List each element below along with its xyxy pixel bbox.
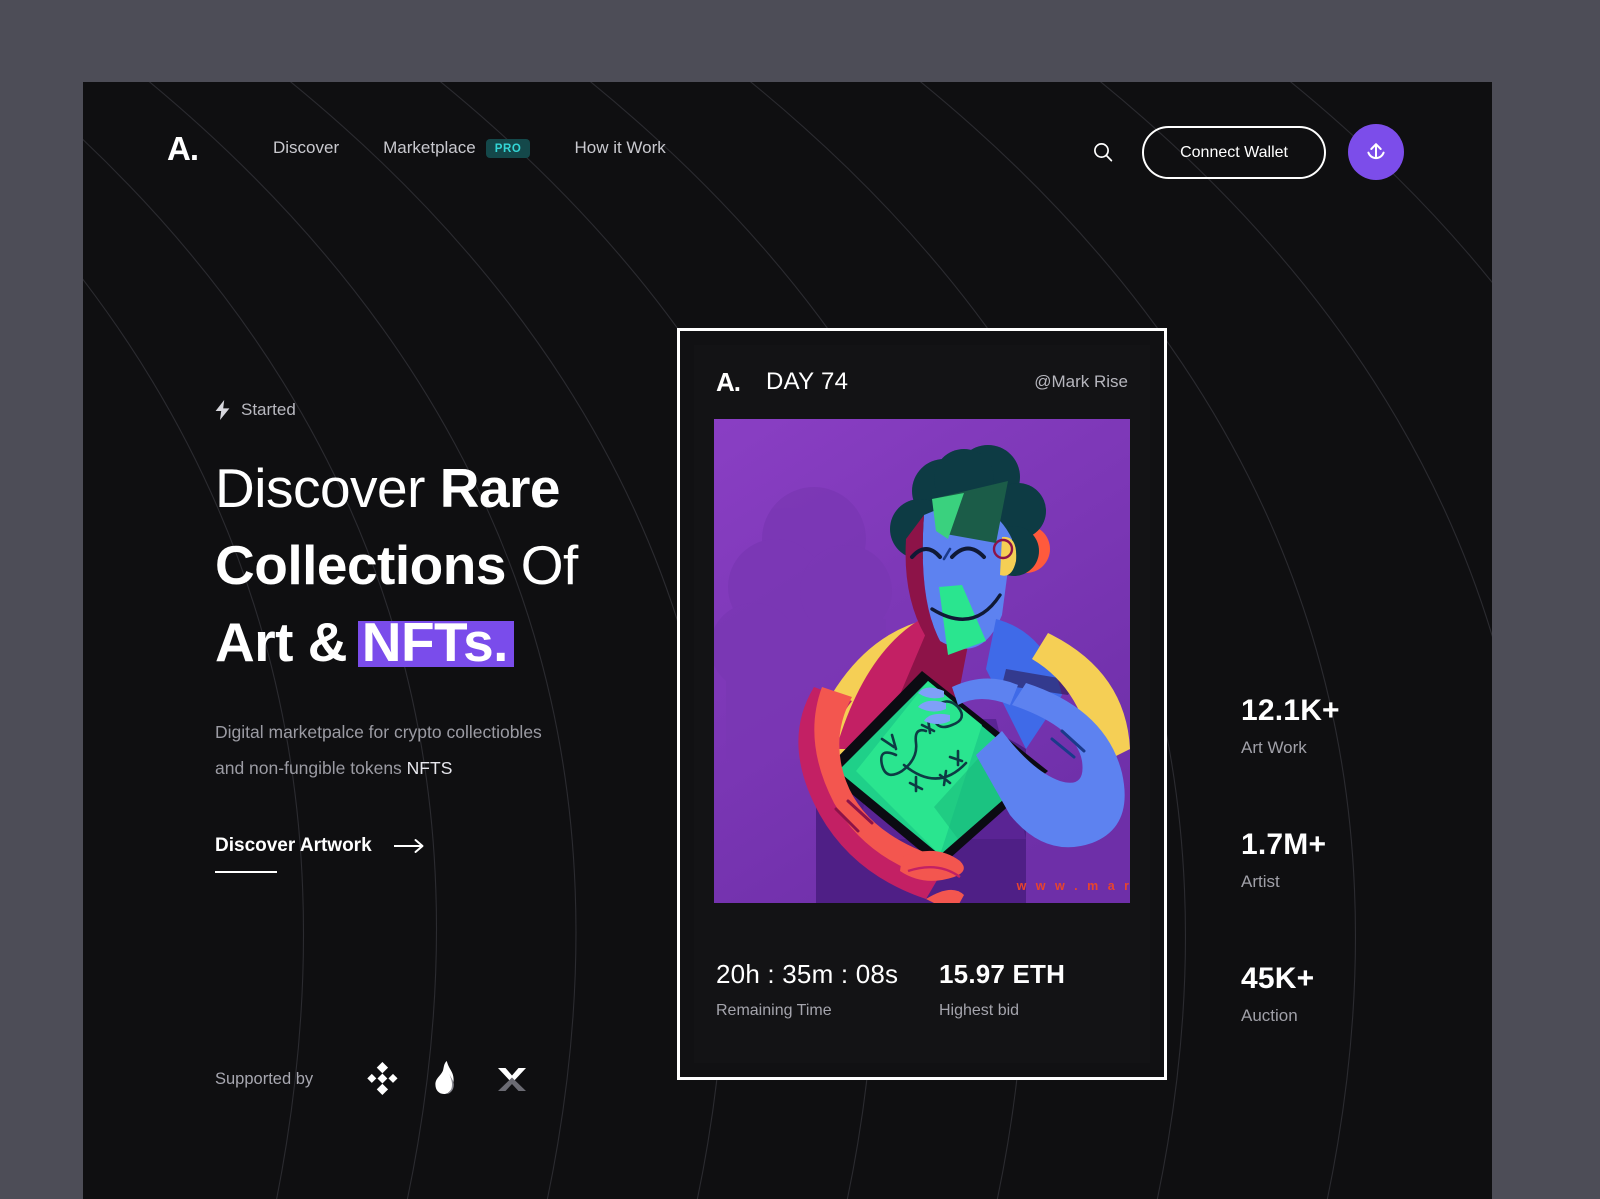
cta-label: Discover Artwork [215, 834, 372, 856]
stat-artist: 1.7M+ Artist [1241, 828, 1340, 892]
stat-label: Art Work [1241, 738, 1307, 757]
remaining-time-value: 20h : 35m : 08s [716, 958, 899, 989]
highest-bid-value: 15.97 ETH [939, 958, 1066, 989]
brand-logo[interactable]: A. [167, 130, 199, 168]
upload-icon [1367, 143, 1385, 160]
main-navigation: Discover Marketplace PRO How it Work [273, 138, 666, 158]
stat-auction: 45K+ Auction [1241, 962, 1340, 1026]
nft-card-title-group: A. DAY 74 [716, 367, 848, 398]
xrp-icon [498, 1068, 527, 1091]
stats-column: 12.1K+ Art Work 1.7M+ Artist 45K+ Auctio… [1241, 694, 1340, 1026]
binance-icon [367, 1062, 398, 1096]
artwork-watermark: w w w . m a r [1016, 879, 1130, 893]
headline-line-3: Art & NFTs. [215, 611, 514, 673]
headline-line-1: Discover Rare [215, 457, 561, 519]
stat-art-work: 12.1K+ Art Work [1241, 694, 1340, 758]
hero-eyebrow-label: Started [241, 400, 296, 419]
stat-label: Artist [1241, 872, 1280, 891]
stat-value: 45K+ [1241, 962, 1315, 995]
hero-eyebrow: Started [215, 400, 735, 420]
discover-artwork-button[interactable]: Discover Artwork [215, 835, 426, 873]
remaining-time-block: 20h : 35m : 08s Remaining Time [716, 959, 905, 1020]
nft-card-footer: 20h : 35m : 08s Remaining Time 15.97 ETH… [694, 915, 1150, 1063]
headline-highlight: NFTs. [357, 604, 514, 681]
nft-artwork[interactable]: w w w . m a r [714, 419, 1130, 903]
subtitle-highlight: NFTS [406, 757, 453, 778]
page-root: A. Discover Marketplace PRO How it Work … [83, 82, 1492, 1199]
nav-item-discover[interactable]: Discover [273, 138, 339, 158]
page-title: Discover Rare Collections Of Art & NFTs. [215, 450, 735, 681]
search-icon[interactable] [1086, 135, 1120, 169]
stat-label: Auction [1241, 1006, 1298, 1025]
nft-card-author[interactable]: @Mark Rise [1034, 372, 1128, 392]
header-actions: Connect Wallet [1086, 124, 1404, 180]
pro-badge: PRO [485, 138, 531, 158]
headline-line-2: Collections Of [215, 534, 578, 596]
subtitle-line-1: Digital marketpalce for crypto collectio… [215, 722, 542, 742]
remaining-time-label: Remaining Time [716, 1001, 832, 1019]
featured-nft-card[interactable]: A. DAY 74 @Mark Rise w w w . m a r 20h:… [677, 328, 1167, 1080]
nav-label: Marketplace [383, 138, 476, 157]
site-header: A. Discover Marketplace PRO How it Work … [83, 82, 1492, 222]
cta-row: Discover Artwork [215, 835, 426, 857]
connect-wallet-button[interactable]: Connect Wallet [1142, 125, 1326, 179]
arrow-right-icon [393, 838, 424, 853]
flame-icon [435, 1061, 454, 1094]
nft-card-header: A. DAY 74 @Mark Rise [694, 345, 1150, 419]
stat-value: 12.1K+ [1241, 694, 1340, 727]
lightning-bolt-icon [215, 400, 230, 420]
highest-bid-block: 15.97 ETH Highest bid [905, 959, 1128, 1020]
nft-card-inner: A. DAY 74 @Mark Rise w w w . m a r 20h:… [694, 345, 1150, 1063]
supported-by-section: Supported by [215, 1060, 531, 1098]
nft-card-title: DAY 74 [766, 368, 849, 395]
hero-section: Started Discover Rare Collections Of Art… [215, 400, 735, 1096]
nav-item-how-it-work[interactable]: How it Work [574, 138, 665, 158]
cta-underline [215, 870, 277, 873]
stat-value: 1.7M+ [1241, 828, 1327, 861]
supported-by-label: Supported by [215, 1069, 314, 1088]
upload-button[interactable] [1348, 124, 1404, 180]
subtitle-line-2: and non-fungible tokens [215, 757, 407, 778]
nav-item-marketplace[interactable]: Marketplace PRO [383, 138, 531, 158]
highest-bid-label: Highest bid [939, 1001, 1020, 1019]
hero-subtitle: Digital marketpalce for crypto collectio… [215, 715, 735, 787]
artwork-illustration [714, 419, 1130, 903]
nav-label: Discover [273, 138, 340, 157]
nft-card-logo: A. [716, 366, 741, 397]
supported-logos [365, 1060, 531, 1098]
nav-label: How it Work [574, 138, 666, 157]
